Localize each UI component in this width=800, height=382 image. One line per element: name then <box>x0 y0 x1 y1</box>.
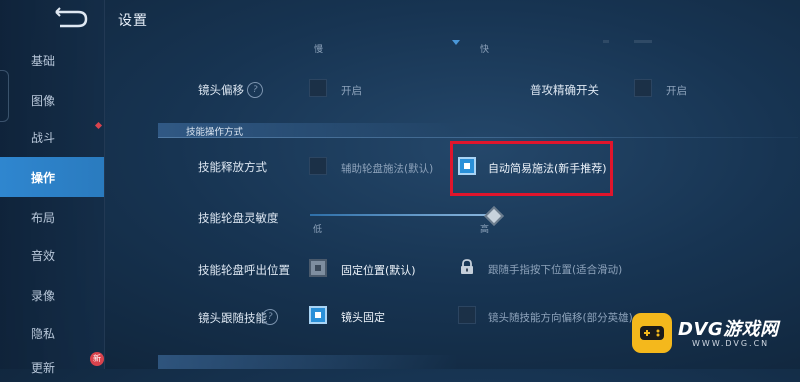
sidebar-item-battle[interactable]: 战斗 <box>0 117 104 157</box>
fixed-position-option-label: 固定位置(默认) <box>341 264 416 277</box>
watermark-title: DVG游戏网 <box>678 319 779 340</box>
annotation-highlight-box <box>450 141 613 196</box>
sidebar-item-controls[interactable]: 操作 <box>0 157 104 197</box>
sidebar-item-sound[interactable]: 音效 <box>0 235 104 275</box>
follow-finger-option-label: 跟随手指按下位置(适合滑动) <box>488 264 623 276</box>
back-arrow-icon[interactable] <box>50 6 90 30</box>
watermark-url: WWW.DVG.CN <box>692 339 770 348</box>
section-title: 技能操作方式 <box>186 127 244 138</box>
wheel-sensitivity-slider-track[interactable] <box>310 214 494 216</box>
precise-attack-label: 普攻精确开关 <box>530 83 599 97</box>
camera-skill-offset-option-label: 镜头随技能方向偏移(部分英雄) <box>488 312 633 324</box>
sensitivity-min-label: 低 <box>313 225 323 235</box>
scroll-remnant <box>603 40 609 43</box>
precise-attack-checkbox[interactable] <box>634 79 652 97</box>
speed-slider-min-label: 慢 <box>314 45 324 55</box>
camera-follow-label: 镜头跟随技能 <box>198 311 267 325</box>
camera-offset-checkbox[interactable] <box>309 79 327 97</box>
lock-icon <box>461 259 473 274</box>
new-badge: 新 <box>90 352 104 366</box>
assist-wheel-checkbox[interactable] <box>309 157 327 175</box>
gamepad-logo-icon <box>632 313 672 353</box>
sidebar-item-layout[interactable]: 布局 <box>0 197 104 237</box>
fixed-position-checkbox[interactable] <box>309 259 327 277</box>
precise-attack-option-label: 开启 <box>666 85 687 97</box>
speed-slider-max-label: 快 <box>480 45 490 55</box>
page-title: 设置 <box>118 13 148 29</box>
assist-wheel-option-label: 辅助轮盘施法(默认) <box>341 163 434 175</box>
camera-skill-offset-checkbox[interactable] <box>458 306 476 324</box>
wheel-sensitivity-label: 技能轮盘灵敏度 <box>198 211 279 225</box>
help-icon[interactable]: ? <box>245 80 265 100</box>
sidebar-item-graphics[interactable]: 图像 <box>0 80 104 120</box>
camera-offset-label: 镜头偏移 <box>198 83 244 97</box>
next-section-header-bg <box>158 355 458 369</box>
wheel-position-label: 技能轮盘呼出位置 <box>198 263 290 277</box>
settings-sidebar: 基础 图像 战斗 操作 布局 音效 录像 隐私 更新 新 <box>0 0 105 375</box>
scroll-remnant <box>634 40 652 43</box>
camera-fixed-option-label: 镜头固定 <box>341 311 385 324</box>
camera-offset-option-label: 开启 <box>341 85 362 97</box>
sidebar-item-privacy[interactable]: 隐私 <box>0 313 104 353</box>
camera-fixed-checkbox[interactable] <box>309 306 327 324</box>
sidebar-item-basic[interactable]: 基础 <box>0 40 104 80</box>
sensitivity-max-label: 高 <box>480 225 490 235</box>
speed-slider-marker-icon[interactable] <box>452 40 460 45</box>
section-divider <box>158 137 798 138</box>
sidebar-item-replay[interactable]: 录像 <box>0 275 104 315</box>
watermark: DVG游戏网 WWW.DVG.CN <box>632 311 792 355</box>
sidebar-item-update[interactable]: 更新 <box>0 352 104 382</box>
skill-release-label: 技能释放方式 <box>198 160 267 174</box>
